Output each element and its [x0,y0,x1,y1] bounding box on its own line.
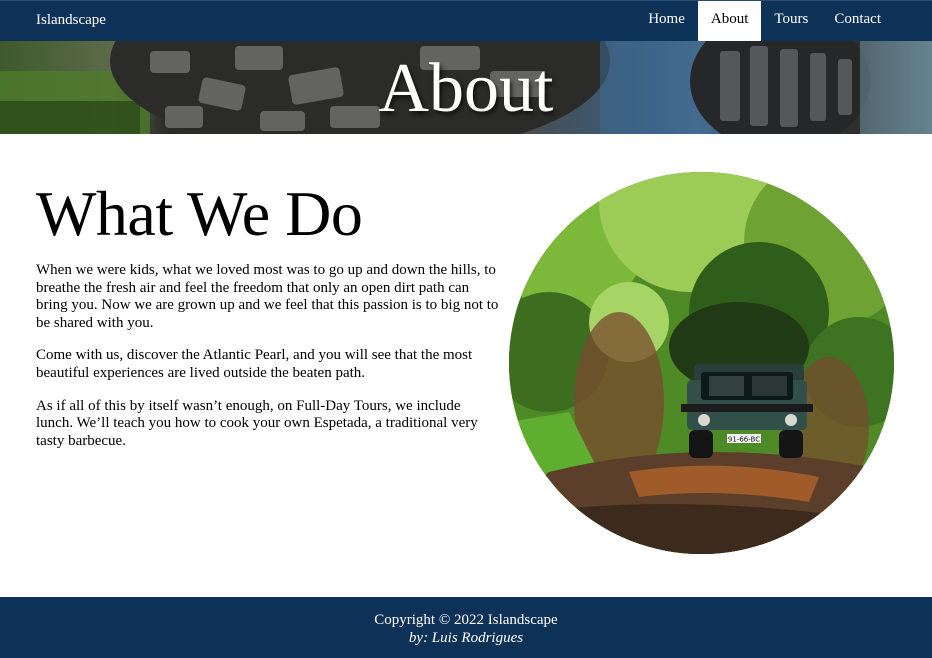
page-footer: Copyright © 2022 Islandscape by: Luis Ro… [0,597,932,658]
nav-link-about[interactable]: About [697,1,762,41]
top-navbar: Islandscape Home About Tours Contact [0,0,932,41]
about-paragraph-1: When we were kids, what we loved most wa… [36,262,499,331]
about-paragraph-2: Come with us, discover the Atlantic Pear… [36,347,473,381]
footer-author: by: Luis Rodrigues [408,630,524,646]
nav-links: Home About Tours Contact [635,1,894,41]
nav-link-contact[interactable]: Contact [821,1,894,41]
nav-link-home[interactable]: Home [635,1,698,41]
section-heading: What We Do [36,178,363,249]
jeep-license-plate: 91-66-BC [728,436,760,444]
nav-link-tours[interactable]: Tours [761,1,821,41]
jeep-image: 91-66-BC [509,172,894,554]
hero-banner: About [0,41,932,134]
about-text: When we were kids, what we loved most wa… [36,262,500,465]
footer-copyright: Copyright © 2022 Islandscape [374,612,558,628]
brand-link[interactable]: Islandscape [36,10,106,30]
about-paragraph-3: As if all of this by itself wasn’t enoug… [36,397,478,449]
offroad-jeep-photo: 91-66-BC [509,172,894,554]
hero-title: About [378,50,554,127]
